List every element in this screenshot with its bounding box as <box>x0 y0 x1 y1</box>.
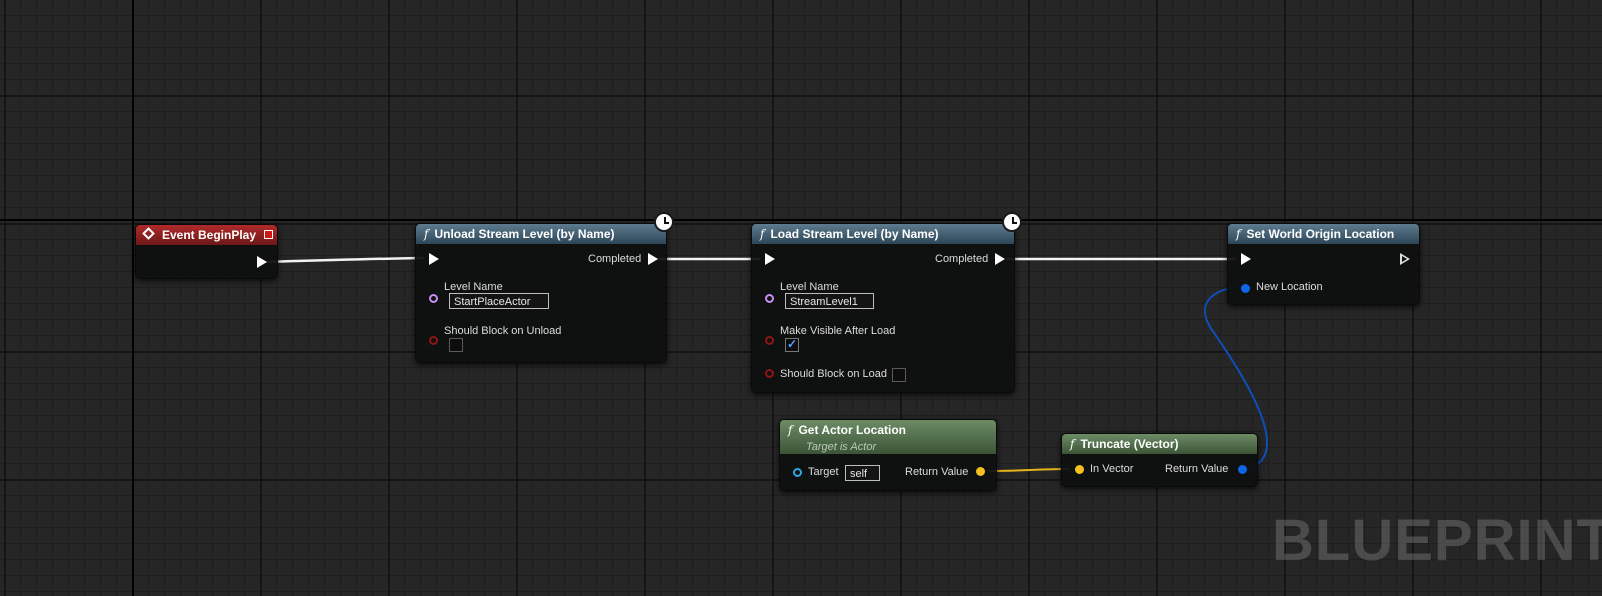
get-actor-location-subtitle: Target is Actor <box>806 441 877 453</box>
get-location-target-label: Target <box>808 466 839 478</box>
checkmark-icon: ✓ <box>787 337 798 351</box>
blueprint-watermark: BLUEPRINT <box>1272 508 1602 573</box>
set-origin-new-location-label: New Location <box>1256 281 1323 293</box>
load-completed-exec-out-pin[interactable] <box>995 253 1005 265</box>
get-location-return-label: Return Value <box>905 466 969 478</box>
latent-clock-icon <box>1002 212 1022 232</box>
unload-should-block-pin[interactable] <box>429 336 438 345</box>
get-location-return-pin[interactable] <box>976 467 985 476</box>
load-stream-level-title: Load Stream Level (by Name) <box>770 227 939 241</box>
load-should-block-label: Should Block on Load <box>780 368 888 380</box>
load-completed-label: Completed <box>935 253 989 265</box>
function-icon: f <box>1236 227 1241 241</box>
load-stream-level-header[interactable]: f Load Stream Level (by Name) <box>752 224 1014 244</box>
truncate-vector-node[interactable]: f Truncate (Vector) In Vector Return Valu… <box>1061 433 1258 487</box>
set-world-origin-title: Set World Origin Location <box>1246 227 1395 241</box>
load-exec-in-pin[interactable] <box>765 253 775 265</box>
load-level-name-pin[interactable] <box>765 294 774 303</box>
get-actor-location-title: Get Actor Location <box>798 423 907 437</box>
event-beginplay-header[interactable]: Event BeginPlay <box>136 225 277 245</box>
truncate-return-pin[interactable] <box>1238 465 1247 474</box>
load-stream-level-node[interactable]: f Load Stream Level (by Name) Completed L… <box>751 212 1022 393</box>
load-make-visible-pin[interactable] <box>765 336 774 345</box>
load-level-name-input[interactable]: StreamLevel1 <box>785 293 874 309</box>
function-icon: f <box>1070 437 1075 451</box>
set-origin-new-location-pin[interactable] <box>1241 284 1250 293</box>
exec-wire-beginplay-unload[interactable] <box>265 256 425 264</box>
load-make-visible-label: Make Visible After Load <box>780 325 896 337</box>
truncate-vector-header[interactable]: f Truncate (Vector) <box>1062 434 1257 454</box>
get-actor-location-node[interactable]: f Get Actor Location Target is Actor Targ… <box>779 419 997 491</box>
unload-stream-level-title: Unload Stream Level (by Name) <box>434 227 615 241</box>
unload-should-block-checkbox[interactable] <box>449 338 463 352</box>
truncate-vector-title: Truncate (Vector) <box>1080 437 1179 451</box>
unload-completed-label: Completed <box>588 253 642 265</box>
truncate-return-label: Return Value <box>1165 463 1229 475</box>
load-should-block-pin[interactable] <box>765 369 774 378</box>
function-icon: f <box>424 227 429 241</box>
event-beginplay-node[interactable]: Event BeginPlay <box>135 224 278 279</box>
unload-should-block-label: Should Block on Unload <box>444 325 562 337</box>
get-location-target-input[interactable]: self <box>845 465 880 481</box>
set-origin-exec-out-pin[interactable] <box>1400 253 1410 265</box>
get-actor-location-header[interactable]: f Get Actor Location Target is Actor <box>780 420 996 454</box>
unload-completed-exec-out-pin[interactable] <box>648 253 658 265</box>
event-diamond-icon <box>142 227 155 240</box>
set-world-origin-header[interactable]: f Set World Origin Location <box>1228 224 1419 244</box>
load-make-visible-checkbox[interactable]: ✓ <box>785 337 799 352</box>
latent-clock-icon <box>654 212 674 232</box>
event-beginplay-exec-out-pin[interactable] <box>257 256 267 268</box>
load-should-block-checkbox[interactable] <box>892 368 906 382</box>
unload-level-name-label: Level Name <box>444 281 503 293</box>
float-wire-location-truncate[interactable] <box>987 468 1071 472</box>
event-beginplay-title: Event BeginPlay <box>162 228 257 242</box>
function-icon: f <box>788 423 793 437</box>
unload-exec-in-pin[interactable] <box>429 253 439 265</box>
truncate-in-vector-label: In Vector <box>1090 463 1134 475</box>
unload-stream-level-header[interactable]: f Unload Stream Level (by Name) <box>416 224 666 244</box>
set-world-origin-node[interactable]: f Set World Origin Location New Location <box>1227 223 1420 305</box>
get-location-target-pin[interactable] <box>793 468 802 477</box>
set-origin-exec-in-pin[interactable] <box>1241 253 1251 265</box>
load-level-name-label: Level Name <box>780 281 839 293</box>
function-icon: f <box>760 227 765 241</box>
truncate-in-vector-pin[interactable] <box>1075 465 1084 474</box>
unload-level-name-pin[interactable] <box>429 294 438 303</box>
unload-level-name-input[interactable]: StartPlaceActor <box>449 293 549 309</box>
unload-stream-level-node[interactable]: f Unload Stream Level (by Name) Completed… <box>415 212 674 363</box>
delegate-pin-icon[interactable] <box>264 230 273 239</box>
